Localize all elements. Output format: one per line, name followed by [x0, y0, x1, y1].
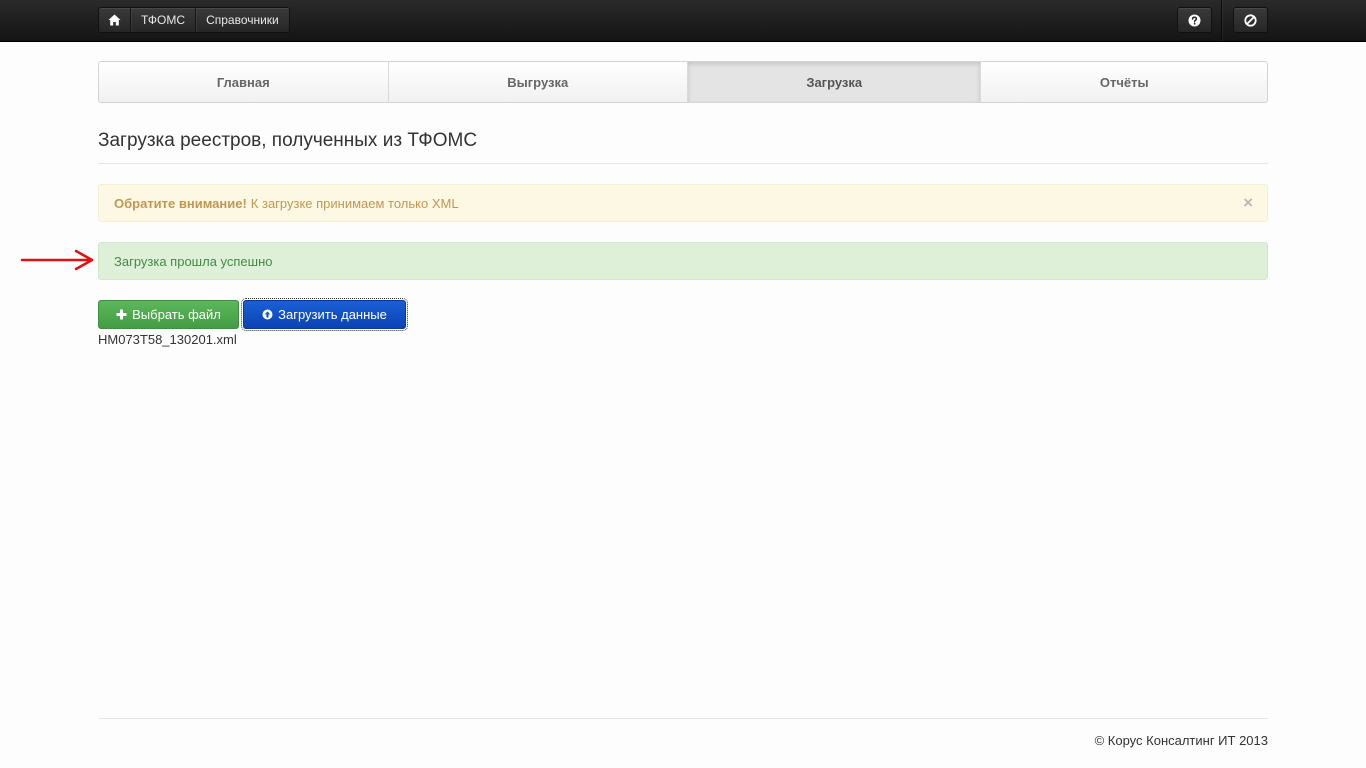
nav-item-directories[interactable]: Справочники: [196, 8, 289, 32]
choose-file-button[interactable]: Выбрать файл: [98, 300, 239, 329]
footer-copyright: © Корус Консалтинг ИТ 2013: [1094, 733, 1268, 748]
selected-file-name: HM073T58_130201.xml: [98, 332, 237, 347]
warning-alert-strong: Обратите внимание!: [114, 195, 247, 211]
tab-main[interactable]: Главная: [99, 62, 389, 102]
red-arrow-icon: [20, 249, 94, 271]
nav-item-tfoms[interactable]: ТФОМС: [131, 8, 197, 32]
success-alert: Загрузка прошла успешно: [98, 242, 1268, 280]
success-alert-text: Загрузка прошла успешно: [114, 253, 273, 269]
tab-export[interactable]: Выгрузка: [389, 62, 688, 102]
title-divider: [98, 163, 1268, 164]
home-icon: [108, 14, 121, 26]
main-tabs: Главная Выгрузка Загрузка Отчёты: [98, 61, 1268, 103]
help-button[interactable]: [1177, 7, 1212, 33]
page-title: Загрузка реестров, полученных из ТФОМС: [98, 130, 478, 151]
nav-divider: [1221, 0, 1222, 42]
warning-alert-text: К загрузке принимаем только XML: [250, 195, 459, 211]
top-navbar: ТФОМС Справочники: [0, 0, 1366, 42]
question-circle-icon: [1188, 14, 1201, 26]
upload-data-button[interactable]: Загрузить данные: [241, 298, 408, 331]
tab-reports[interactable]: Отчёты: [981, 62, 1267, 102]
close-icon[interactable]: ×: [1243, 194, 1253, 211]
upload-circle-icon: [262, 309, 273, 320]
nav-home-button[interactable]: [99, 8, 131, 32]
upload-data-label: Загрузить данные: [278, 307, 387, 322]
tab-import[interactable]: Загрузка: [687, 62, 982, 102]
ban-circle-icon: [1244, 13, 1257, 27]
plus-icon: [116, 309, 127, 320]
nav-group: ТФОМС Справочники: [98, 7, 290, 33]
choose-file-label: Выбрать файл: [132, 307, 221, 322]
footer-divider: [98, 718, 1268, 719]
logout-button[interactable]: [1233, 7, 1268, 33]
warning-alert: Обратите внимание! К загрузке принимаем …: [98, 184, 1268, 222]
